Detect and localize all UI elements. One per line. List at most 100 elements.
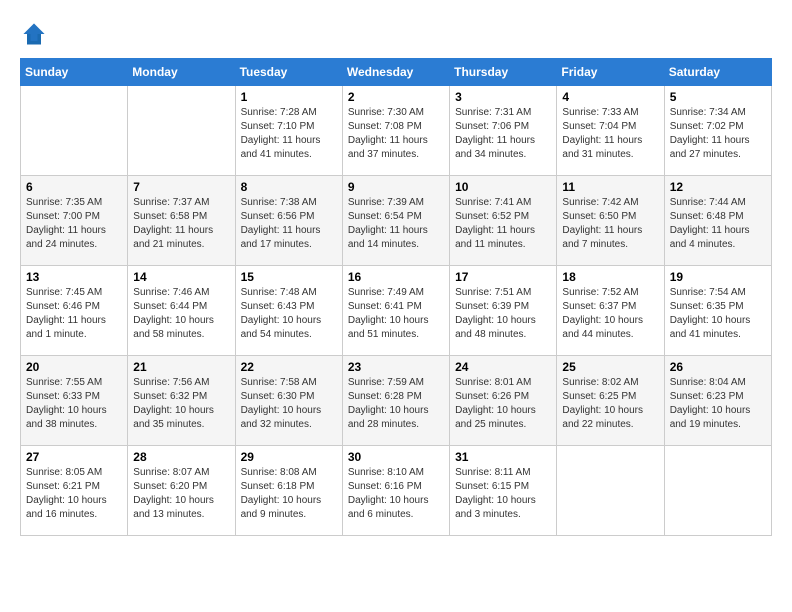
calendar-cell: 24 Sunrise: 8:01 AM Sunset: 6:26 PM Dayli…	[450, 356, 557, 446]
calendar-cell: 12 Sunrise: 7:44 AM Sunset: 6:48 PM Dayli…	[664, 176, 771, 266]
day-number: 1	[241, 90, 337, 104]
day-info: Sunrise: 7:49 AM Sunset: 6:41 PM Dayligh…	[348, 286, 444, 342]
day-info: Sunrise: 8:04 AM Sunset: 6:23 PM Dayligh…	[670, 376, 766, 432]
day-number: 22	[241, 360, 337, 374]
day-info: Sunrise: 7:44 AM Sunset: 6:48 PM Dayligh…	[670, 196, 766, 252]
day-number: 6	[26, 180, 122, 194]
day-info: Sunrise: 7:48 AM Sunset: 6:43 PM Dayligh…	[241, 286, 337, 342]
day-info: Sunrise: 7:45 AM Sunset: 6:46 PM Dayligh…	[26, 286, 122, 342]
weekday-header-wednesday: Wednesday	[342, 59, 449, 86]
day-info: Sunrise: 7:55 AM Sunset: 6:33 PM Dayligh…	[26, 376, 122, 432]
weekday-header-row: SundayMondayTuesdayWednesdayThursdayFrid…	[21, 59, 772, 86]
day-info: Sunrise: 8:05 AM Sunset: 6:21 PM Dayligh…	[26, 466, 122, 522]
day-info: Sunrise: 7:54 AM Sunset: 6:35 PM Dayligh…	[670, 286, 766, 342]
day-number: 10	[455, 180, 551, 194]
calendar-week-3: 13 Sunrise: 7:45 AM Sunset: 6:46 PM Dayli…	[21, 266, 772, 356]
calendar-cell: 30 Sunrise: 8:10 AM Sunset: 6:16 PM Dayli…	[342, 446, 449, 536]
calendar-cell: 14 Sunrise: 7:46 AM Sunset: 6:44 PM Dayli…	[128, 266, 235, 356]
day-number: 4	[562, 90, 658, 104]
calendar-cell: 28 Sunrise: 8:07 AM Sunset: 6:20 PM Dayli…	[128, 446, 235, 536]
day-number: 29	[241, 450, 337, 464]
day-number: 15	[241, 270, 337, 284]
weekday-header-monday: Monday	[128, 59, 235, 86]
day-number: 11	[562, 180, 658, 194]
weekday-header-tuesday: Tuesday	[235, 59, 342, 86]
calendar-cell: 19 Sunrise: 7:54 AM Sunset: 6:35 PM Dayli…	[664, 266, 771, 356]
day-info: Sunrise: 7:59 AM Sunset: 6:28 PM Dayligh…	[348, 376, 444, 432]
calendar-cell: 2 Sunrise: 7:30 AM Sunset: 7:08 PM Daylig…	[342, 86, 449, 176]
calendar-cell: 20 Sunrise: 7:55 AM Sunset: 6:33 PM Dayli…	[21, 356, 128, 446]
day-number: 2	[348, 90, 444, 104]
day-number: 16	[348, 270, 444, 284]
day-number: 28	[133, 450, 229, 464]
day-number: 31	[455, 450, 551, 464]
day-info: Sunrise: 7:52 AM Sunset: 6:37 PM Dayligh…	[562, 286, 658, 342]
day-info: Sunrise: 7:56 AM Sunset: 6:32 PM Dayligh…	[133, 376, 229, 432]
day-number: 14	[133, 270, 229, 284]
calendar-cell: 16 Sunrise: 7:49 AM Sunset: 6:41 PM Dayli…	[342, 266, 449, 356]
day-number: 13	[26, 270, 122, 284]
calendar-week-2: 6 Sunrise: 7:35 AM Sunset: 7:00 PM Daylig…	[21, 176, 772, 266]
day-info: Sunrise: 7:38 AM Sunset: 6:56 PM Dayligh…	[241, 196, 337, 252]
calendar-cell: 31Sunrise: 8:11 AM Sunset: 6:15 PM Dayli…	[450, 446, 557, 536]
day-info: Sunrise: 8:01 AM Sunset: 6:26 PM Dayligh…	[455, 376, 551, 432]
calendar-cell: 23 Sunrise: 7:59 AM Sunset: 6:28 PM Dayli…	[342, 356, 449, 446]
calendar-cell: 18 Sunrise: 7:52 AM Sunset: 6:37 PM Dayli…	[557, 266, 664, 356]
calendar-week-4: 20 Sunrise: 7:55 AM Sunset: 6:33 PM Dayli…	[21, 356, 772, 446]
day-info: Sunrise: 8:10 AM Sunset: 6:16 PM Dayligh…	[348, 466, 444, 522]
day-number: 12	[670, 180, 766, 194]
day-info: Sunrise: 7:58 AM Sunset: 6:30 PM Dayligh…	[241, 376, 337, 432]
day-number: 30	[348, 450, 444, 464]
weekday-header-friday: Friday	[557, 59, 664, 86]
day-number: 7	[133, 180, 229, 194]
calendar-cell: 27 Sunrise: 8:05 AM Sunset: 6:21 PM Dayli…	[21, 446, 128, 536]
calendar-cell: 9 Sunrise: 7:39 AM Sunset: 6:54 PM Daylig…	[342, 176, 449, 266]
day-number: 18	[562, 270, 658, 284]
day-number: 3	[455, 90, 551, 104]
day-number: 19	[670, 270, 766, 284]
day-number: 9	[348, 180, 444, 194]
calendar-cell: 7Sunrise: 7:37 AM Sunset: 6:58 PM Daylig…	[128, 176, 235, 266]
calendar-cell: 4 Sunrise: 7:33 AM Sunset: 7:04 PM Daylig…	[557, 86, 664, 176]
calendar-cell: 25Sunrise: 8:02 AM Sunset: 6:25 PM Dayli…	[557, 356, 664, 446]
calendar-cell	[128, 86, 235, 176]
calendar-cell	[664, 446, 771, 536]
calendar-table: SundayMondayTuesdayWednesdayThursdayFrid…	[20, 58, 772, 536]
logo	[20, 20, 50, 48]
day-info: Sunrise: 7:46 AM Sunset: 6:44 PM Dayligh…	[133, 286, 229, 342]
day-number: 23	[348, 360, 444, 374]
day-info: Sunrise: 7:34 AM Sunset: 7:02 PM Dayligh…	[670, 106, 766, 162]
calendar-cell: 22 Sunrise: 7:58 AM Sunset: 6:30 PM Dayli…	[235, 356, 342, 446]
calendar-cell: 3 Sunrise: 7:31 AM Sunset: 7:06 PM Daylig…	[450, 86, 557, 176]
page-header	[20, 20, 772, 48]
day-number: 8	[241, 180, 337, 194]
day-info: Sunrise: 7:39 AM Sunset: 6:54 PM Dayligh…	[348, 196, 444, 252]
weekday-header-thursday: Thursday	[450, 59, 557, 86]
day-number: 5	[670, 90, 766, 104]
calendar-cell	[557, 446, 664, 536]
day-number: 21	[133, 360, 229, 374]
day-info: Sunrise: 7:41 AM Sunset: 6:52 PM Dayligh…	[455, 196, 551, 252]
day-info: Sunrise: 8:07 AM Sunset: 6:20 PM Dayligh…	[133, 466, 229, 522]
day-info: Sunrise: 7:51 AM Sunset: 6:39 PM Dayligh…	[455, 286, 551, 342]
calendar-cell: 5 Sunrise: 7:34 AM Sunset: 7:02 PM Daylig…	[664, 86, 771, 176]
calendar-cell: 6 Sunrise: 7:35 AM Sunset: 7:00 PM Daylig…	[21, 176, 128, 266]
day-info: Sunrise: 7:35 AM Sunset: 7:00 PM Dayligh…	[26, 196, 122, 252]
day-number: 26	[670, 360, 766, 374]
day-info: Sunrise: 7:33 AM Sunset: 7:04 PM Dayligh…	[562, 106, 658, 162]
day-info: Sunrise: 7:31 AM Sunset: 7:06 PM Dayligh…	[455, 106, 551, 162]
calendar-cell: 29Sunrise: 8:08 AM Sunset: 6:18 PM Dayli…	[235, 446, 342, 536]
calendar-cell	[21, 86, 128, 176]
logo-icon	[20, 20, 48, 48]
weekday-header-sunday: Sunday	[21, 59, 128, 86]
day-number: 20	[26, 360, 122, 374]
day-info: Sunrise: 7:42 AM Sunset: 6:50 PM Dayligh…	[562, 196, 658, 252]
day-number: 27	[26, 450, 122, 464]
day-info: Sunrise: 7:30 AM Sunset: 7:08 PM Dayligh…	[348, 106, 444, 162]
day-number: 24	[455, 360, 551, 374]
day-info: Sunrise: 8:02 AM Sunset: 6:25 PM Dayligh…	[562, 376, 658, 432]
calendar-cell: 21 Sunrise: 7:56 AM Sunset: 6:32 PM Dayli…	[128, 356, 235, 446]
calendar-cell: 15 Sunrise: 7:48 AM Sunset: 6:43 PM Dayli…	[235, 266, 342, 356]
calendar-cell: 13 Sunrise: 7:45 AM Sunset: 6:46 PM Dayli…	[21, 266, 128, 356]
calendar-cell: 17Sunrise: 7:51 AM Sunset: 6:39 PM Dayli…	[450, 266, 557, 356]
